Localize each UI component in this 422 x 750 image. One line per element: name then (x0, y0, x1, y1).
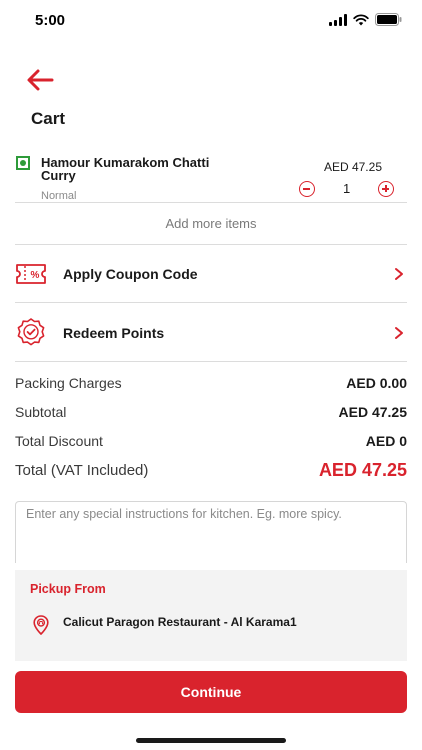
packing-charges-row: Packing Charges AED 0.00 (15, 373, 407, 402)
pickup-section: Pickup From Calicut Paragon Restaurant -… (15, 570, 407, 661)
chevron-right-icon (395, 327, 403, 339)
price-summary: Packing Charges AED 0.00 Subtotal AED 47… (15, 373, 407, 489)
item-name: Hamour Kumarakom Chatti Curry (41, 155, 210, 183)
signal-icon (329, 13, 347, 26)
subtotal-value: AED 47.25 (338, 404, 407, 420)
location-pin-icon (33, 615, 49, 635)
cart-item: Hamour Kumarakom Chatti Curry Normal AED… (15, 150, 407, 203)
apply-coupon-label: Apply Coupon Code (63, 266, 198, 282)
coupon-ticket-icon: % (16, 264, 46, 284)
total-discount-row: Total Discount AED 0 (15, 431, 407, 460)
chevron-right-icon (395, 268, 403, 280)
subtotal-row: Subtotal AED 47.25 (15, 402, 407, 431)
svg-text:%: % (31, 270, 40, 281)
packing-charges-value: AED 0.00 (346, 375, 407, 391)
veg-indicator-icon (16, 156, 30, 170)
item-quantity: 1 (343, 181, 351, 196)
add-more-items-button[interactable]: Add more items (15, 203, 407, 245)
pickup-restaurant-name: Calicut Paragon Restaurant - Al Karama1 (63, 615, 297, 629)
subtotal-label: Subtotal (15, 404, 67, 420)
redeem-points-label: Redeem Points (63, 325, 165, 341)
special-instructions-input[interactable] (15, 501, 407, 563)
increase-quantity-button[interactable] (378, 181, 394, 197)
status-icons (329, 13, 402, 26)
redeem-points-row[interactable]: Redeem Points (15, 304, 407, 362)
continue-button[interactable]: Continue (15, 671, 407, 713)
item-variant: Normal (41, 190, 77, 202)
pickup-title: Pickup From (30, 582, 106, 596)
decrease-quantity-button[interactable] (299, 181, 315, 197)
packing-charges-label: Packing Charges (15, 375, 122, 391)
page-title: Cart (31, 109, 66, 128)
status-time: 5:00 (35, 12, 66, 29)
total-row: Total (VAT Included) AED 47.25 (15, 460, 407, 489)
total-discount-label: Total Discount (15, 433, 103, 449)
badge-check-icon (17, 318, 45, 346)
home-indicator (136, 738, 286, 743)
arrow-left-icon (27, 69, 54, 91)
back-button[interactable] (26, 68, 54, 92)
status-bar: 5:00 (0, 0, 422, 44)
total-label: Total (VAT Included) (15, 462, 149, 479)
total-discount-value: AED 0 (365, 433, 407, 449)
total-value: AED 47.25 (318, 460, 407, 480)
wifi-icon (353, 13, 369, 25)
item-price: AED 47.25 (323, 160, 382, 174)
apply-coupon-row[interactable]: % Apply Coupon Code (15, 245, 407, 303)
battery-icon (375, 13, 402, 26)
